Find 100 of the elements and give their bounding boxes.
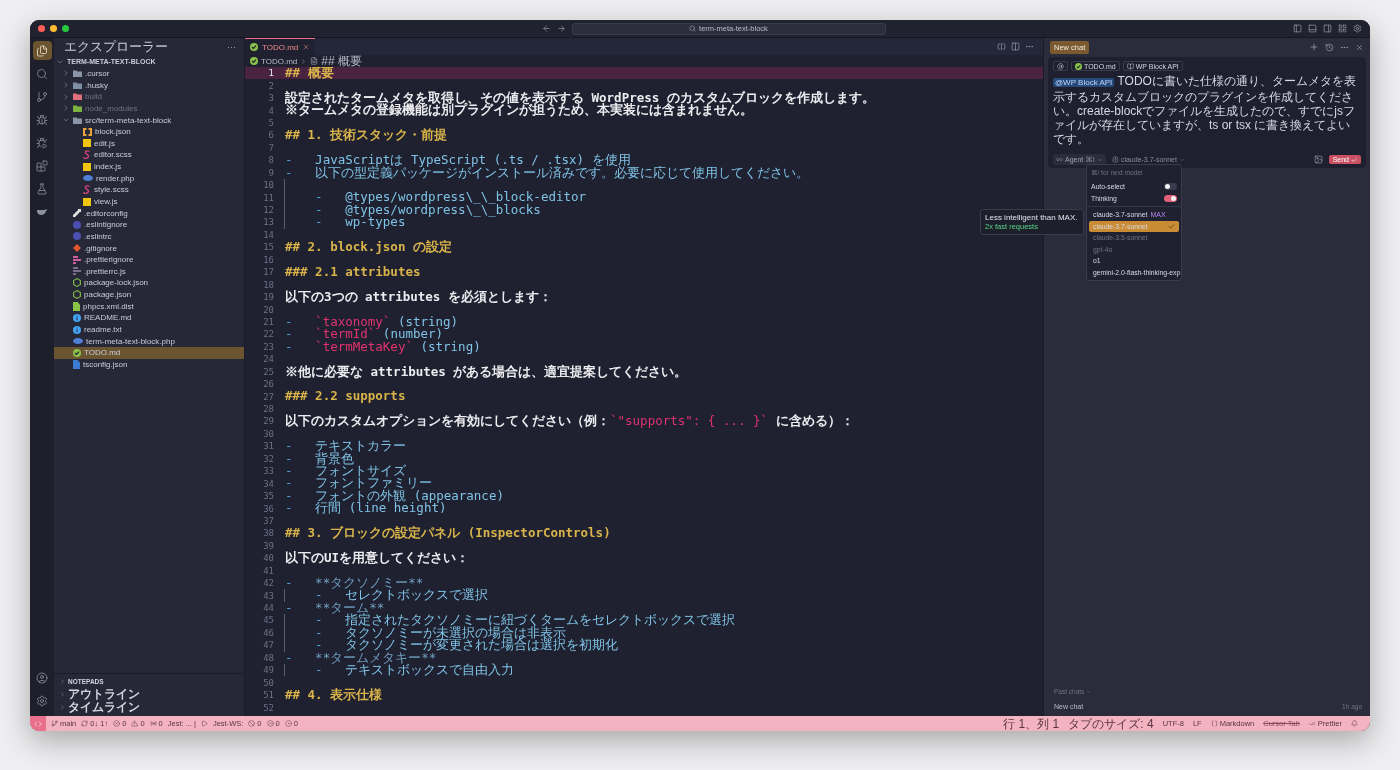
file-item[interactable]: block.json — [54, 125, 244, 138]
line-number: 12 — [262, 205, 275, 216]
code-line: ※他に必要な attributes がある場合は、適宜提案してください。 — [284, 365, 689, 378]
toggle-switch[interactable] — [1164, 194, 1177, 202]
history-icon[interactable] — [1325, 42, 1334, 52]
file-item[interactable]: style.scss — [54, 184, 244, 196]
code-line: 以下のカスタムオプションを有効にしてください（例：`"supports": { ... }` に含める）： — [284, 415, 855, 428]
plus-icon[interactable] — [1309, 42, 1319, 52]
code-line: - `taxonomy` (string) — [284, 315, 460, 329]
line-number: 41 — [262, 565, 275, 576]
line-number: 27 — [262, 391, 275, 402]
columns-icon[interactable] — [1011, 42, 1020, 51]
settings-icon[interactable] — [1353, 24, 1362, 33]
status-item[interactable]: タブのサイズ: 4 — [1068, 716, 1154, 731]
file-item[interactable]: .prettierignore — [54, 253, 244, 266]
file-item[interactable]: .eslintrc — [54, 230, 244, 243]
line-number: 38 — [262, 528, 275, 539]
zoom-light[interactable] — [62, 25, 69, 32]
line-number: 52 — [262, 702, 275, 713]
line-number: 50 — [262, 677, 275, 688]
file-item[interactable]: edit.js — [54, 137, 244, 150]
status-item[interactable]: 行 1、列 1 — [1003, 716, 1060, 731]
line-number: 21 — [262, 316, 275, 327]
line-number: 28 — [262, 404, 275, 415]
breadcrumb-item[interactable]: ## 概要 — [321, 55, 362, 67]
file-item[interactable]: editor.scss — [54, 149, 244, 161]
minimize-light[interactable] — [50, 25, 57, 32]
image-icon[interactable] — [1313, 155, 1323, 164]
line-number: 26 — [262, 379, 275, 390]
play-bug-icon — [36, 136, 48, 149]
check-icon — [1168, 222, 1175, 230]
line-number: 45 — [262, 615, 275, 626]
toggle-switch[interactable] — [1164, 183, 1177, 191]
panel-bottom-icon[interactable] — [1308, 24, 1317, 33]
code-line: ## 4. 表示仕様 — [284, 688, 384, 702]
code-line: - 指定されたタクソノミーに紐づくタームをセレクトボックスで選択 — [284, 614, 738, 627]
line-number: 32 — [262, 453, 275, 464]
file-item[interactable]: readme.txt — [54, 323, 244, 336]
file-item[interactable]: TODO.md — [54, 347, 244, 359]
code-line: - セレクトボックスで選択 — [284, 589, 491, 602]
file-item[interactable]: README.md — [54, 312, 244, 324]
message-text: @WP Block API TODOに書いた仕様の通り、タームメタを表示するカスタムブロックのプラグインを作成してください。create-blockでファイルを生成したので、すでにjsファイルが存在していますが、ts or tsx に書き換えてよいです。 — [1053, 74, 1357, 146]
grid-icon[interactable] — [1338, 24, 1347, 33]
file-item[interactable]: view.js — [54, 195, 244, 208]
code-line: - @types/wordpress\_\_blocks — [284, 203, 543, 217]
code-line: - **タームメタキー** — [284, 651, 437, 664]
line-number: 10 — [262, 180, 275, 191]
file-item[interactable]: index.js — [54, 160, 244, 173]
tooltip-title: Less intelligent than MAX. — [985, 213, 1079, 222]
forward-arrow-icon[interactable] — [556, 24, 566, 33]
section-header[interactable]: タイムライン — [54, 701, 244, 714]
file-item[interactable]: tsconfig.json — [54, 358, 244, 371]
breadcrumb-item[interactable]: TODO.md — [261, 56, 298, 66]
section-header[interactable]: アウトライン — [54, 688, 244, 701]
code-line: ### 2.1 attributes — [284, 266, 422, 279]
close-icon[interactable] — [1355, 42, 1364, 52]
line-number: 15 — [262, 242, 275, 253]
file-item[interactable]: package.json — [54, 288, 244, 301]
editor-tab[interactable]: TODO.md — [245, 38, 316, 55]
branch-icon — [51, 720, 58, 727]
code-line: - @types/wordpress\_\_block-editor — [284, 191, 589, 204]
file-item[interactable]: phpcs.xml.dist — [54, 300, 244, 313]
close-light[interactable] — [38, 25, 45, 32]
search-icon — [689, 25, 697, 32]
file-item[interactable]: render.php — [54, 172, 244, 185]
file-item[interactable]: package-lock.json — [54, 277, 244, 289]
error-icon — [266, 720, 274, 727]
folder-item[interactable]: src/term-meta-text-block — [54, 114, 244, 126]
blocks-icon — [36, 159, 48, 172]
line-number: 34 — [262, 478, 275, 489]
file-item[interactable]: .editorconfig — [54, 207, 244, 219]
files-button[interactable] — [32, 41, 52, 60]
chevron-down-icon — [1178, 156, 1185, 163]
code-line: - フォントサイズ — [284, 465, 408, 478]
line-number: 19 — [262, 292, 275, 303]
file-item[interactable]: term-meta-text-block.php — [54, 335, 244, 347]
bug-icon — [36, 113, 48, 126]
chevron-down-icon — [1096, 156, 1103, 163]
mention-chip[interactable] — [1053, 61, 1068, 71]
split-square-icon[interactable] — [997, 42, 1006, 51]
file-item[interactable]: .prettierrc.js — [54, 265, 244, 278]
mention-tag[interactable]: @WP Block API — [1053, 78, 1115, 87]
code-line: - wp-types — [284, 216, 408, 229]
file-item[interactable]: .gitignore — [54, 242, 244, 254]
check-circle-icon — [250, 43, 258, 51]
more-button[interactable]: ··· — [227, 42, 236, 52]
panel-left-icon[interactable] — [1293, 24, 1302, 33]
more-icon[interactable] — [1025, 42, 1034, 51]
back-arrow-icon[interactable] — [541, 24, 551, 33]
code-line: - `termMetaKey` (string) — [284, 340, 482, 354]
panel-right-icon[interactable] — [1323, 24, 1332, 33]
close-icon[interactable] — [302, 43, 311, 51]
line-number: 2 — [267, 80, 275, 91]
check-circle-icon — [1075, 62, 1082, 70]
file-item[interactable]: .eslintignore — [54, 218, 244, 231]
chevron-down-icon — [62, 116, 70, 124]
folder-item[interactable]: .husky — [54, 79, 244, 91]
folder-item[interactable]: .cursor — [54, 67, 244, 80]
error-icon — [113, 720, 121, 727]
bell-icon — [1351, 720, 1358, 727]
